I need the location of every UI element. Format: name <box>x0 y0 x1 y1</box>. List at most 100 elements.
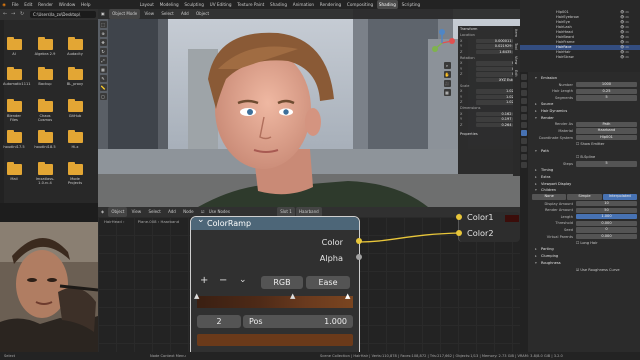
material-tab-icon[interactable] <box>521 162 527 168</box>
roughness-curve-checkbox[interactable]: ☑ Use Roughness Curve <box>576 268 637 272</box>
tab-compositing[interactable]: Compositing <box>345 0 376 9</box>
menu-add[interactable]: Add <box>178 9 192 19</box>
editor-type-icon[interactable]: ◈ <box>98 207 107 217</box>
render-header[interactable]: Render <box>529 115 640 122</box>
folder-item[interactable]: Automatic1111 <box>3 67 31 86</box>
blender-logo-icon[interactable]: ◉ <box>0 0 8 9</box>
data-tab-icon[interactable] <box>521 154 527 160</box>
color-output-socket[interactable] <box>356 238 362 244</box>
alpha-output-socket[interactable] <box>356 254 362 260</box>
segments-field[interactable]: 5 <box>576 95 637 101</box>
menu-view[interactable]: View <box>129 207 145 217</box>
tab-layout[interactable]: Layout <box>137 0 156 9</box>
camera-icon[interactable]: 🎥 <box>443 80 451 87</box>
node-link-wire[interactable] <box>350 225 465 255</box>
location-x-field[interactable]: 0.000011 m <box>476 38 518 43</box>
children-interpolated-button[interactable]: Interpolated <box>602 194 637 200</box>
folder-item[interactable]: houdini17.5 <box>3 130 25 149</box>
menu-object[interactable]: Object <box>193 9 212 19</box>
select-tool-icon[interactable]: ⬚ <box>99 21 107 28</box>
number-field[interactable]: 1000 <box>576 82 637 88</box>
folder-item[interactable]: houdini18.5 <box>34 130 56 149</box>
folder-item[interactable]: BL_proxy <box>64 67 86 86</box>
length-field[interactable]: 1.000 <box>576 214 637 220</box>
clumping-subpanel[interactable]: Clumping <box>529 253 640 260</box>
children-none-button[interactable]: None <box>532 194 567 200</box>
interpolation-dropdown[interactable]: Ease <box>306 276 350 289</box>
emission-header[interactable]: Emission <box>529 75 640 82</box>
hair-length-field[interactable]: 0.25 <box>576 88 637 95</box>
ramp-stop-handle[interactable]: ▲ <box>194 292 199 300</box>
tab-texture-paint[interactable]: Texture Paint <box>235 0 266 9</box>
properties-subpanel[interactable]: Properties <box>458 131 520 137</box>
chevron-down-icon[interactable]: ⌄ <box>239 275 247 285</box>
location-y-field[interactable]: 0.021929 m <box>476 44 518 49</box>
render-as-dropdown[interactable]: Path <box>576 121 637 128</box>
transform-tool-icon[interactable]: ▦ <box>99 66 107 73</box>
dimensions-y-field[interactable]: 0.197 m <box>476 117 518 122</box>
menu-view[interactable]: View <box>142 9 158 19</box>
render-amount-field[interactable]: 50 <box>576 207 637 213</box>
file-path-field[interactable]: C:\Users\la_zx\Desktop\ <box>30 11 96 18</box>
sidebar-tab-tool[interactable]: Tool <box>513 40 519 53</box>
menu-render[interactable]: Render <box>36 0 55 9</box>
steps-field[interactable]: 5 <box>576 161 637 167</box>
menu-add[interactable]: Add <box>165 207 179 217</box>
menu-edit[interactable]: Edit <box>22 0 34 9</box>
seed-field[interactable]: 0 <box>576 227 637 233</box>
rotation-z-field[interactable]: 0° <box>476 72 518 77</box>
grid-icon[interactable]: ▦ <box>443 89 451 96</box>
back-arrow-icon[interactable]: ← <box>3 11 7 17</box>
navigation-gizmo[interactable] <box>428 29 456 57</box>
folder-item[interactable]: Chaos Cosmos <box>34 99 56 122</box>
output-tab-icon[interactable] <box>521 90 527 96</box>
scale-y-field[interactable]: 1.025 <box>476 94 518 99</box>
color-mode-dropdown[interactable]: RGB <box>261 276 303 289</box>
coordinate-system-field[interactable]: Hip001 <box>576 135 637 141</box>
tab-rendering[interactable]: Rendering <box>318 0 344 9</box>
cursor-tool-icon[interactable]: ⊕ <box>99 30 107 37</box>
display-amount-field[interactable]: 10 <box>576 200 637 207</box>
timing-subpanel[interactable]: Timing <box>529 167 640 174</box>
world-tab-icon[interactable] <box>521 106 527 112</box>
stop-index-field[interactable]: 2 <box>197 315 241 328</box>
color-ramp-gradient[interactable] <box>197 296 353 308</box>
folder-item[interactable]: Backup <box>34 67 56 86</box>
tab-shading-active[interactable]: Shading <box>376 0 399 9</box>
dimensions-x-field[interactable]: 0.162 m <box>476 111 518 116</box>
threshold-field[interactable]: 0.000 <box>576 220 637 226</box>
add-stop-button[interactable]: + <box>200 275 208 286</box>
scale-tool-icon[interactable]: ⤢ <box>99 57 107 64</box>
mode-dropdown[interactable]: Object Mode <box>109 9 141 19</box>
menu-window[interactable]: Window <box>57 0 78 9</box>
physics-tab-icon[interactable] <box>521 138 527 144</box>
scale-z-field[interactable]: 1.025 <box>476 100 518 105</box>
tab-modeling[interactable]: Modeling <box>157 0 180 9</box>
dimensions-z-field[interactable]: 0.264 m <box>476 122 518 127</box>
viewport-display-header[interactable]: Viewport Display <box>529 181 640 188</box>
menu-select[interactable]: Select <box>145 207 163 217</box>
color1-swatch[interactable] <box>505 215 519 222</box>
path-subpanel[interactable]: Path <box>529 148 640 155</box>
children-simple-button[interactable]: Simple <box>567 194 602 200</box>
sidebar-tab-view[interactable]: View <box>513 53 519 67</box>
roughness-subpanel[interactable]: Roughness <box>529 260 640 267</box>
move-tool-icon[interactable]: ✥ <box>99 39 107 46</box>
colorramp-header[interactable]: ColorRamp <box>191 217 359 230</box>
folder-item[interactable]: Imxatlass-1.0.rc.4 <box>34 162 56 185</box>
rotation-x-field[interactable]: 0° <box>476 61 518 66</box>
color2-input-socket[interactable] <box>456 230 462 236</box>
colorramp-node[interactable]: ColorRamp Color Alpha + − ⌄ RGB Ease ▲ ▲… <box>190 216 360 360</box>
folder-item[interactable]: GitHub <box>64 99 86 118</box>
refresh-icon[interactable]: ↻ <box>20 11 24 17</box>
stop-position-field[interactable]: Pos 1.000 <box>243 315 353 328</box>
sidebar-tab-edit[interactable]: Edit <box>513 67 519 80</box>
rotation-y-field[interactable]: 0° <box>476 66 518 71</box>
object-dropdown[interactable]: Object <box>108 207 128 217</box>
tab-sculpting[interactable]: Sculpting <box>182 0 206 9</box>
folder-item[interactable]: Blender Files <box>3 99 25 122</box>
folder-item[interactable]: Mode Projects <box>64 162 86 185</box>
render-tab-icon[interactable] <box>521 82 527 88</box>
modifier-tab-icon[interactable] <box>521 122 527 128</box>
menu-select[interactable]: Select <box>158 9 176 19</box>
